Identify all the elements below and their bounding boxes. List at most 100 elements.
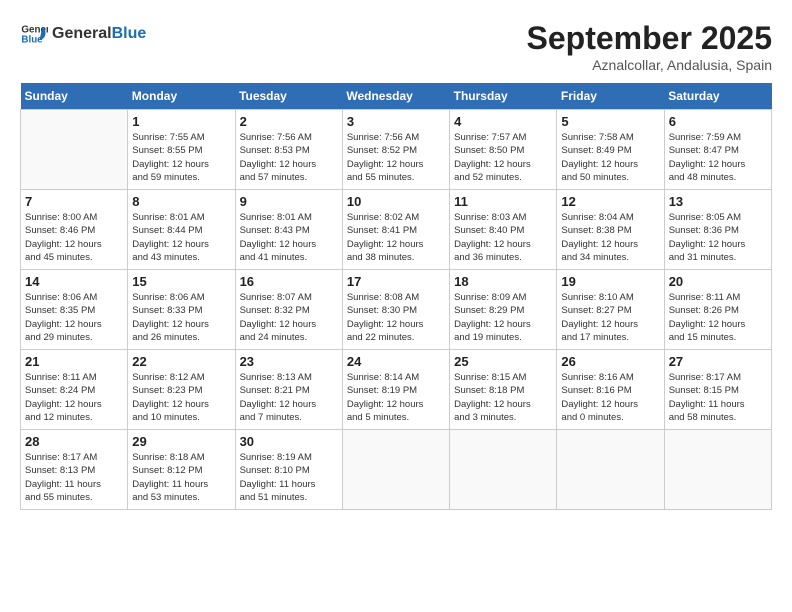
day-cell-w1-d2: 1 Sunrise: 7:55 AM Sunset: 8:55 PM Daylig… bbox=[128, 110, 235, 190]
day-cell-w3-d7: 20 Sunrise: 8:11 AM Sunset: 8:26 PM Dayli… bbox=[664, 270, 771, 350]
day-info: Sunrise: 8:18 AM Sunset: 8:12 PM Dayligh… bbox=[132, 451, 230, 504]
day-number: 6 bbox=[669, 114, 767, 129]
day-number: 23 bbox=[240, 354, 338, 369]
day-info: Sunrise: 8:05 AM Sunset: 8:36 PM Dayligh… bbox=[669, 211, 767, 264]
day-cell-w3-d3: 16 Sunrise: 8:07 AM Sunset: 8:32 PM Dayli… bbox=[235, 270, 342, 350]
day-info: Sunrise: 7:58 AM Sunset: 8:49 PM Dayligh… bbox=[561, 131, 659, 184]
day-cell-w1-d1 bbox=[21, 110, 128, 190]
day-info: Sunrise: 7:55 AM Sunset: 8:55 PM Dayligh… bbox=[132, 131, 230, 184]
day-cell-w5-d5 bbox=[450, 430, 557, 510]
col-sunday: Sunday bbox=[21, 83, 128, 110]
month-title: September 2025 bbox=[527, 20, 772, 57]
page-header: General Blue GeneralBlue September 2025 … bbox=[20, 20, 772, 73]
day-cell-w3-d1: 14 Sunrise: 8:06 AM Sunset: 8:35 PM Dayli… bbox=[21, 270, 128, 350]
day-cell-w1-d6: 5 Sunrise: 7:58 AM Sunset: 8:49 PM Daylig… bbox=[557, 110, 664, 190]
day-number: 10 bbox=[347, 194, 445, 209]
week-row-1: 1 Sunrise: 7:55 AM Sunset: 8:55 PM Daylig… bbox=[21, 110, 772, 190]
days-of-week-row: Sunday Monday Tuesday Wednesday Thursday… bbox=[21, 83, 772, 110]
day-number: 25 bbox=[454, 354, 552, 369]
col-monday: Monday bbox=[128, 83, 235, 110]
day-cell-w1-d3: 2 Sunrise: 7:56 AM Sunset: 8:53 PM Daylig… bbox=[235, 110, 342, 190]
day-number: 20 bbox=[669, 274, 767, 289]
week-row-4: 21Sunrise: 8:11 AM Sunset: 8:24 PM Dayli… bbox=[21, 350, 772, 430]
day-cell-w2-d1: 7 Sunrise: 8:00 AM Sunset: 8:46 PM Daylig… bbox=[21, 190, 128, 270]
location-title: Aznalcollar, Andalusia, Spain bbox=[527, 57, 772, 73]
day-info: Sunrise: 8:08 AM Sunset: 8:30 PM Dayligh… bbox=[347, 291, 445, 344]
day-number: 3 bbox=[347, 114, 445, 129]
day-number: 27 bbox=[669, 354, 767, 369]
col-tuesday: Tuesday bbox=[235, 83, 342, 110]
day-info: Sunrise: 7:56 AM Sunset: 8:53 PM Dayligh… bbox=[240, 131, 338, 184]
day-number: 13 bbox=[669, 194, 767, 209]
day-number: 4 bbox=[454, 114, 552, 129]
day-number: 12 bbox=[561, 194, 659, 209]
day-cell-w4-d6: 26 Sunrise: 8:16 AM Sunset: 8:16 PM Dayli… bbox=[557, 350, 664, 430]
day-info: Sunrise: 8:13 AM Sunset: 8:21 PM Dayligh… bbox=[240, 371, 338, 424]
day-info: Sunrise: 7:56 AM Sunset: 8:52 PM Dayligh… bbox=[347, 131, 445, 184]
day-number: 1 bbox=[132, 114, 230, 129]
day-cell-w5-d4 bbox=[342, 430, 449, 510]
logo-general-text: GeneralBlue bbox=[52, 25, 146, 43]
day-info: Sunrise: 8:10 AM Sunset: 8:27 PM Dayligh… bbox=[561, 291, 659, 344]
day-cell-w3-d5: 18Sunrise: 8:09 AM Sunset: 8:29 PM Dayli… bbox=[450, 270, 557, 350]
day-number: 5 bbox=[561, 114, 659, 129]
day-info: Sunrise: 8:17 AM Sunset: 8:13 PM Dayligh… bbox=[25, 451, 123, 504]
col-friday: Friday bbox=[557, 83, 664, 110]
week-row-5: 28Sunrise: 8:17 AM Sunset: 8:13 PM Dayli… bbox=[21, 430, 772, 510]
day-cell-w2-d5: 11 Sunrise: 8:03 AM Sunset: 8:40 PM Dayli… bbox=[450, 190, 557, 270]
svg-text:Blue: Blue bbox=[21, 34, 43, 45]
calendar-table: Sunday Monday Tuesday Wednesday Thursday… bbox=[20, 83, 772, 510]
day-cell-w5-d7 bbox=[664, 430, 771, 510]
day-number: 16 bbox=[240, 274, 338, 289]
day-cell-w4-d3: 23 Sunrise: 8:13 AM Sunset: 8:21 PM Dayli… bbox=[235, 350, 342, 430]
logo-icon: General Blue bbox=[20, 20, 48, 48]
day-info: Sunrise: 8:15 AM Sunset: 8:18 PM Dayligh… bbox=[454, 371, 552, 424]
col-wednesday: Wednesday bbox=[342, 83, 449, 110]
day-number: 2 bbox=[240, 114, 338, 129]
day-cell-w3-d2: 15Sunrise: 8:06 AM Sunset: 8:33 PM Dayli… bbox=[128, 270, 235, 350]
week-row-3: 14 Sunrise: 8:06 AM Sunset: 8:35 PM Dayli… bbox=[21, 270, 772, 350]
day-cell-w5-d3: 30Sunrise: 8:19 AM Sunset: 8:10 PM Dayli… bbox=[235, 430, 342, 510]
day-cell-w5-d2: 29 Sunrise: 8:18 AM Sunset: 8:12 PM Dayli… bbox=[128, 430, 235, 510]
day-info: Sunrise: 8:04 AM Sunset: 8:38 PM Dayligh… bbox=[561, 211, 659, 264]
day-number: 24 bbox=[347, 354, 445, 369]
day-info: Sunrise: 8:11 AM Sunset: 8:26 PM Dayligh… bbox=[669, 291, 767, 344]
day-cell-w4-d5: 25 Sunrise: 8:15 AM Sunset: 8:18 PM Dayli… bbox=[450, 350, 557, 430]
day-info: Sunrise: 7:57 AM Sunset: 8:50 PM Dayligh… bbox=[454, 131, 552, 184]
day-number: 29 bbox=[132, 434, 230, 449]
day-info: Sunrise: 7:59 AM Sunset: 8:47 PM Dayligh… bbox=[669, 131, 767, 184]
day-info: Sunrise: 8:17 AM Sunset: 8:15 PM Dayligh… bbox=[669, 371, 767, 424]
day-number: 11 bbox=[454, 194, 552, 209]
day-info: Sunrise: 8:12 AM Sunset: 8:23 PM Dayligh… bbox=[132, 371, 230, 424]
day-number: 19 bbox=[561, 274, 659, 289]
day-info: Sunrise: 8:11 AM Sunset: 8:24 PM Dayligh… bbox=[25, 371, 123, 424]
day-info: Sunrise: 8:02 AM Sunset: 8:41 PM Dayligh… bbox=[347, 211, 445, 264]
day-cell-w4-d2: 22 Sunrise: 8:12 AM Sunset: 8:23 PM Dayli… bbox=[128, 350, 235, 430]
day-info: Sunrise: 8:03 AM Sunset: 8:40 PM Dayligh… bbox=[454, 211, 552, 264]
day-info: Sunrise: 8:07 AM Sunset: 8:32 PM Dayligh… bbox=[240, 291, 338, 344]
day-number: 17 bbox=[347, 274, 445, 289]
title-section: September 2025 Aznalcollar, Andalusia, S… bbox=[527, 20, 772, 73]
day-number: 22 bbox=[132, 354, 230, 369]
day-cell-w2-d6: 12 Sunrise: 8:04 AM Sunset: 8:38 PM Dayli… bbox=[557, 190, 664, 270]
day-number: 7 bbox=[25, 194, 123, 209]
day-number: 8 bbox=[132, 194, 230, 209]
day-cell-w5-d1: 28Sunrise: 8:17 AM Sunset: 8:13 PM Dayli… bbox=[21, 430, 128, 510]
day-number: 26 bbox=[561, 354, 659, 369]
day-cell-w2-d7: 13 Sunrise: 8:05 AM Sunset: 8:36 PM Dayli… bbox=[664, 190, 771, 270]
day-cell-w1-d7: 6 Sunrise: 7:59 AM Sunset: 8:47 PM Daylig… bbox=[664, 110, 771, 190]
day-cell-w1-d4: 3 Sunrise: 7:56 AM Sunset: 8:52 PM Daylig… bbox=[342, 110, 449, 190]
day-number: 9 bbox=[240, 194, 338, 209]
col-saturday: Saturday bbox=[664, 83, 771, 110]
day-info: Sunrise: 8:09 AM Sunset: 8:29 PM Dayligh… bbox=[454, 291, 552, 344]
day-info: Sunrise: 8:01 AM Sunset: 8:44 PM Dayligh… bbox=[132, 211, 230, 264]
calendar-header: Sunday Monday Tuesday Wednesday Thursday… bbox=[21, 83, 772, 110]
day-info: Sunrise: 8:14 AM Sunset: 8:19 PM Dayligh… bbox=[347, 371, 445, 424]
day-number: 14 bbox=[25, 274, 123, 289]
day-number: 15 bbox=[132, 274, 230, 289]
day-info: Sunrise: 8:06 AM Sunset: 8:35 PM Dayligh… bbox=[25, 291, 123, 344]
day-info: Sunrise: 8:00 AM Sunset: 8:46 PM Dayligh… bbox=[25, 211, 123, 264]
day-cell-w3-d4: 17 Sunrise: 8:08 AM Sunset: 8:30 PM Dayli… bbox=[342, 270, 449, 350]
day-info: Sunrise: 8:16 AM Sunset: 8:16 PM Dayligh… bbox=[561, 371, 659, 424]
day-cell-w2-d2: 8 Sunrise: 8:01 AM Sunset: 8:44 PM Daylig… bbox=[128, 190, 235, 270]
